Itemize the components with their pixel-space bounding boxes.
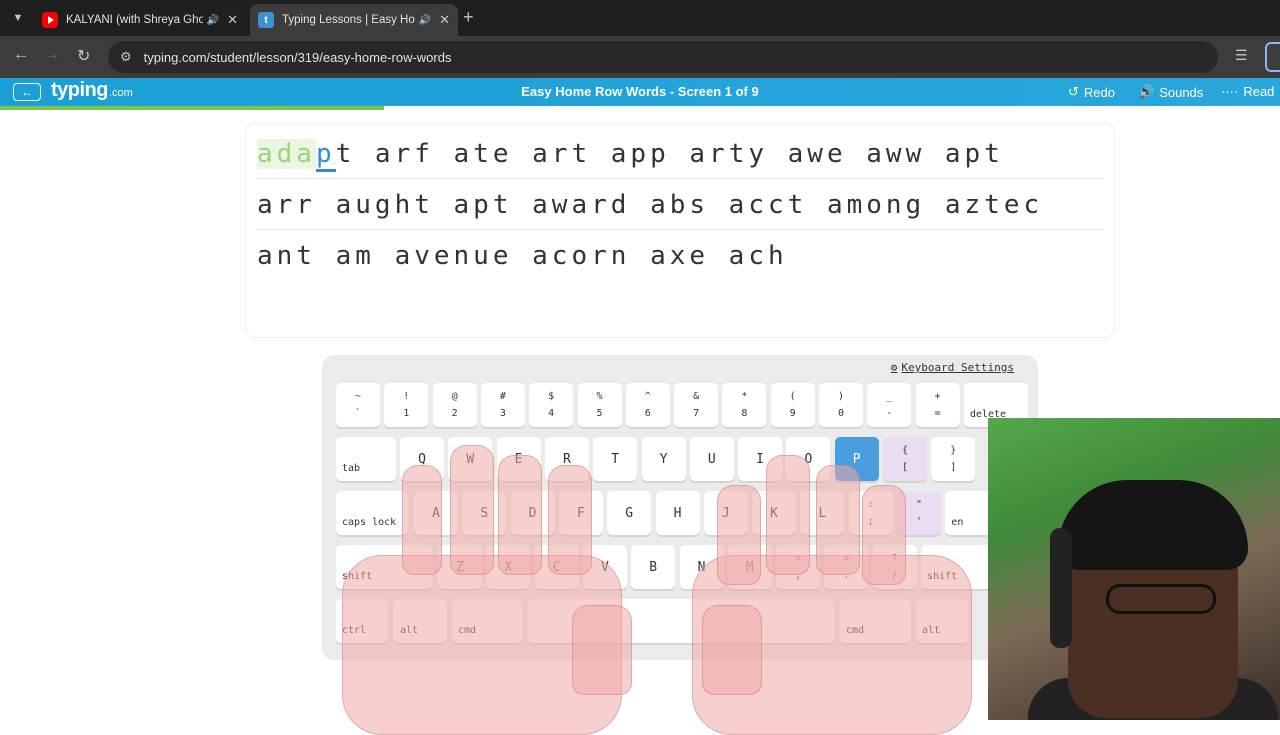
close-tab-icon[interactable]: ✕ — [227, 12, 238, 28]
site-info-icon[interactable]: ⚙ — [120, 49, 132, 65]
reload-icon[interactable]: ↻ — [77, 46, 90, 66]
left-pinky-guide — [402, 465, 442, 575]
tab-title: Typing Lessons | Easy Home Row Words — [282, 14, 415, 26]
youtube-icon — [42, 12, 58, 28]
key-2: @2 — [432, 383, 477, 427]
right-pinky-guide — [862, 485, 906, 585]
audio-playing-icon[interactable]: 🔊 — [207, 15, 219, 26]
key-=: + = — [915, 383, 960, 427]
key-h: H — [655, 491, 700, 535]
key-6: ^ 6 — [625, 383, 670, 427]
key-tab: tab — [336, 437, 396, 481]
browser-tab-typing[interactable]: t Typing Lessons | Easy Home Row Words 🔊… — [250, 4, 458, 36]
key-b: B — [631, 545, 676, 589]
key-7: & 7 — [674, 383, 719, 427]
audio-playing-icon[interactable]: 🔊 — [419, 15, 431, 26]
webcam-headphones — [1050, 528, 1072, 648]
lesson-progress-bar — [0, 106, 384, 110]
browser-toolbar: ← → ↻ ⚙ typing.com/student/lesson/319/ea… — [0, 36, 1280, 78]
key-3: #3 — [480, 383, 525, 427]
forward-arrow-icon[interactable]: → — [44, 46, 60, 64]
remaining-text: t arf ate art app arty awe aww apt — [335, 139, 1004, 169]
key-8: * 8 — [722, 383, 767, 427]
key-1: ! 1 — [384, 383, 429, 427]
right-middle-guide — [766, 455, 810, 575]
speaker-icon: 🔊 — [1138, 84, 1155, 99]
key-caps-lock: caps lock — [336, 491, 408, 535]
dots-icon: ···· — [1221, 84, 1239, 99]
profile-icon[interactable] — [1265, 42, 1280, 72]
typing-text-panel[interactable]: adapt arf ate art app arty awe aww apt a… — [246, 124, 1114, 337]
left-ring-guide — [450, 445, 494, 575]
key-4: $4 — [529, 383, 574, 427]
webcam-person-hair — [1058, 480, 1248, 570]
redo-button[interactable]: ↺ Redo — [1068, 84, 1115, 100]
new-tab-icon[interactable]: + — [463, 7, 474, 28]
right-thumb-guide — [702, 605, 762, 695]
key-`: ~ ` — [336, 383, 380, 427]
key-u: U — [689, 437, 734, 481]
keyboard-settings-link[interactable]: ⚙ Keyboard Settings — [891, 361, 1014, 374]
reading-mode-icon[interactable]: ☰ — [1235, 47, 1248, 64]
right-index-guide — [717, 485, 761, 585]
read-button[interactable]: ···· Read — [1221, 84, 1274, 99]
sounds-button[interactable]: 🔊 Sounds — [1138, 84, 1203, 100]
key-5: % 5 — [577, 383, 622, 427]
left-thumb-guide — [572, 605, 632, 695]
url-text: typing.com/student/lesson/319/easy-home-… — [143, 49, 452, 65]
key-0: ) 0 — [819, 383, 863, 427]
text-line-2: arr aught apt award abs acct among aztec — [256, 179, 1104, 230]
key-y: Y — [641, 437, 686, 481]
left-middle-guide — [498, 455, 542, 575]
typing-com-icon: t — [258, 12, 274, 28]
on-screen-keyboard: ⚙ Keyboard Settings ~ `! 1 @2 #3 $4% 5 ^ 6 & 7 * 8(9… — [322, 355, 1038, 735]
key-bracket-right: }] — [931, 437, 976, 481]
lesson-header: ← typing.com Easy Home Row Words - Scree… — [0, 78, 1280, 106]
right-ring-guide — [816, 465, 860, 575]
gear-icon: ⚙ — [890, 361, 898, 374]
tab-title: KALYANI (with Shreya Ghoshal) — [66, 14, 203, 26]
redo-icon: ↺ — [1068, 84, 1079, 99]
webcam-glasses — [1106, 584, 1216, 614]
address-bar[interactable]: ⚙ typing.com/student/lesson/319/easy-hom… — [108, 41, 1218, 73]
key-t: T — [593, 437, 638, 481]
tab-search-dropdown-icon[interactable]: ▼ — [6, 6, 30, 30]
typed-text: ada — [257, 139, 316, 169]
left-index-guide — [548, 465, 592, 575]
key-9: (9 — [770, 383, 815, 427]
text-line-1: adapt arf ate art app arty awe aww apt — [256, 128, 1104, 179]
key-bracket-left: {[ — [883, 437, 927, 481]
back-arrow-icon[interactable]: ← — [13, 46, 29, 64]
browser-tab-youtube[interactable]: KALYANI (with Shreya Ghoshal) 🔊 ✕ — [34, 4, 246, 36]
browser-tab-bar: ▼ KALYANI (with Shreya Ghoshal) 🔊 ✕ t Ty… — [0, 0, 1280, 36]
key-g: G — [607, 491, 652, 535]
current-character: p — [315, 139, 336, 172]
close-tab-icon[interactable]: ✕ — [439, 12, 450, 28]
webcam-overlay — [988, 418, 1280, 720]
text-line-3: ant am avenue acorn axe ach — [257, 241, 788, 271]
key--: _ - — [867, 383, 912, 427]
